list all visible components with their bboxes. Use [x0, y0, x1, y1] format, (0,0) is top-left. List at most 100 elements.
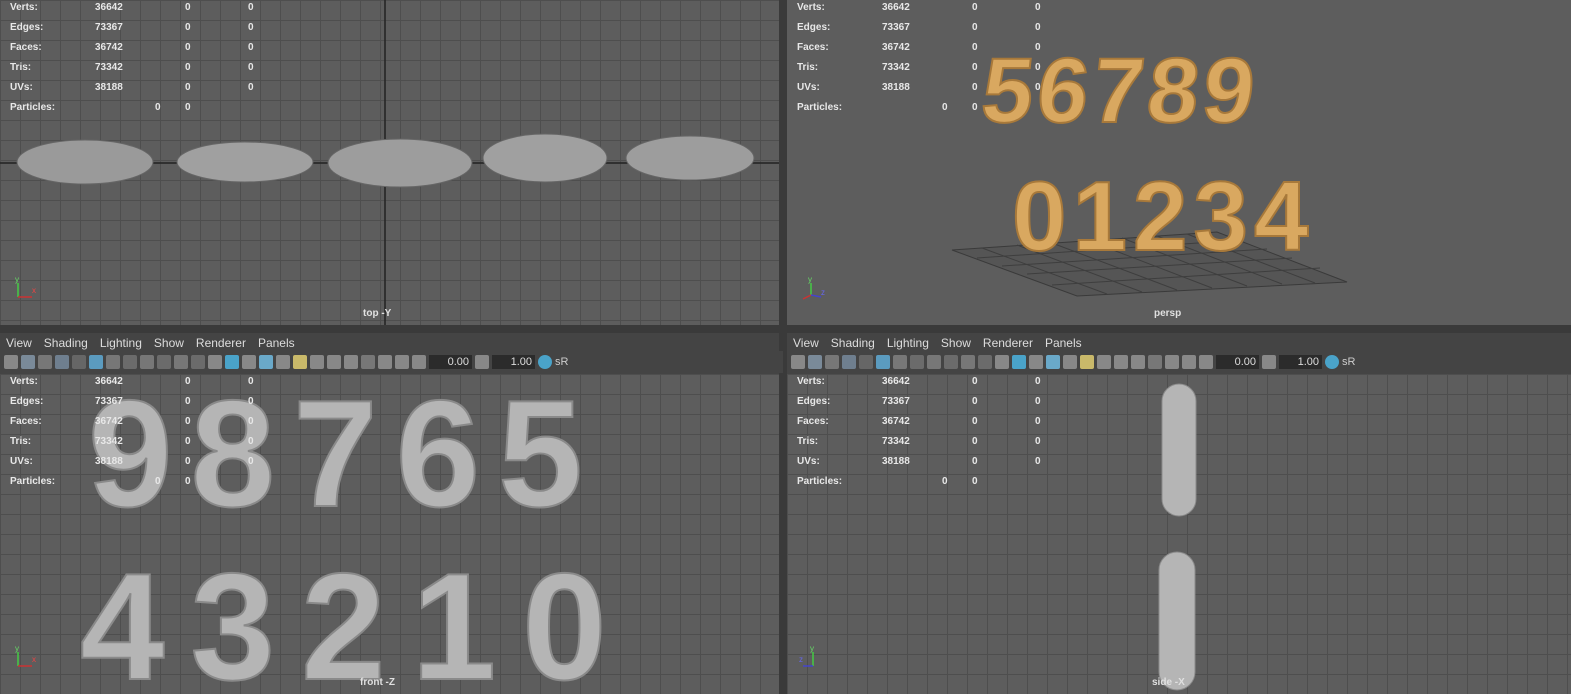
smooth-shade-icon[interactable]: [1012, 355, 1026, 369]
textured-icon[interactable]: [259, 355, 273, 369]
grease-pencil-icon[interactable]: [876, 355, 890, 369]
hud-label: Edges:: [797, 396, 831, 407]
top-model-blob: [625, 135, 755, 181]
menu-panels[interactable]: Panels: [1039, 334, 1088, 350]
xray-icon[interactable]: [1063, 355, 1077, 369]
antialiasing-icon[interactable]: [1148, 355, 1162, 369]
gamma-field[interactable]: 1.00: [492, 355, 535, 369]
gamma-icon[interactable]: [1262, 355, 1276, 369]
grid-icon[interactable]: [893, 355, 907, 369]
camera-label: front -Z: [360, 677, 395, 688]
grease-pencil-icon[interactable]: [89, 355, 103, 369]
colorspace-label[interactable]: sR: [555, 356, 568, 368]
bookmark-icon[interactable]: [825, 355, 839, 369]
camera-select-icon[interactable]: [4, 355, 18, 369]
color-management-icon[interactable]: [538, 355, 552, 369]
colorspace-label[interactable]: sR: [1342, 356, 1355, 368]
field-chart-icon[interactable]: [961, 355, 975, 369]
xray-joints-icon[interactable]: [1182, 355, 1196, 369]
default-material-icon[interactable]: [1029, 355, 1043, 369]
view-2d-pan-zoom-icon[interactable]: [859, 355, 873, 369]
use-all-lights-icon[interactable]: [293, 355, 307, 369]
hud-value: 0: [972, 456, 978, 467]
xray-icon[interactable]: [276, 355, 290, 369]
hud-value: 0: [942, 476, 948, 487]
hud-value: 0: [972, 376, 978, 387]
hud-value: 0: [1035, 82, 1041, 93]
axis-indicator-icon: y z: [799, 644, 814, 667]
hud-value: 38188: [882, 456, 910, 467]
shadows-icon[interactable]: [310, 355, 324, 369]
viewport-top[interactable]: Verts: 36642 0 0 Edges: 73367 0 0 Faces: 36742 0…: [0, 0, 779, 325]
antialiasing-icon[interactable]: [361, 355, 375, 369]
grid-icon[interactable]: [106, 355, 120, 369]
wireframe-icon[interactable]: [995, 355, 1009, 369]
default-material-icon[interactable]: [242, 355, 256, 369]
viewport-front[interactable]: 98765 43210 Verts: 36642 0 0 Edges: 73367 0 0 …: [0, 374, 779, 694]
use-all-lights-icon[interactable]: [1080, 355, 1094, 369]
field-chart-icon[interactable]: [174, 355, 188, 369]
view-2d-pan-zoom-icon[interactable]: [72, 355, 86, 369]
menu-view[interactable]: View: [787, 334, 825, 350]
hud-value: 73342: [95, 436, 123, 447]
camera-label: persp: [1154, 308, 1182, 319]
menu-renderer[interactable]: Renderer: [977, 334, 1039, 350]
shadows-icon[interactable]: [1097, 355, 1111, 369]
hud-value: 0: [1035, 436, 1041, 447]
menu-panels[interactable]: Panels: [252, 334, 301, 350]
bookmark-icon[interactable]: [38, 355, 52, 369]
exposure-icon[interactable]: [1199, 355, 1213, 369]
film-gate-icon[interactable]: [123, 355, 137, 369]
smooth-shade-icon[interactable]: [225, 355, 239, 369]
motion-blur-icon[interactable]: [1131, 355, 1145, 369]
menu-renderer[interactable]: Renderer: [190, 334, 252, 350]
gamma-icon[interactable]: [475, 355, 489, 369]
menu-shading[interactable]: Shading: [825, 334, 881, 350]
camera-attributes-icon[interactable]: [808, 355, 822, 369]
image-plane-icon[interactable]: [55, 355, 69, 369]
safe-action-icon[interactable]: [191, 355, 205, 369]
image-plane-icon[interactable]: [842, 355, 856, 369]
side-model-top: [1161, 383, 1197, 517]
hud-value: 0: [1035, 42, 1041, 53]
textured-icon[interactable]: [1046, 355, 1060, 369]
gamma-field[interactable]: 1.00: [1279, 355, 1322, 369]
color-management-icon[interactable]: [1325, 355, 1339, 369]
axis-indicator-icon: y z: [802, 275, 825, 300]
hud-value: 36742: [882, 416, 910, 427]
isolate-select-icon[interactable]: [378, 355, 392, 369]
menu-lighting[interactable]: Lighting: [94, 334, 148, 350]
hud-value: 0: [248, 416, 254, 427]
safe-action-icon[interactable]: [978, 355, 992, 369]
menu-shading[interactable]: Shading: [38, 334, 94, 350]
ambient-occlusion-icon[interactable]: [1114, 355, 1128, 369]
wireframe-icon[interactable]: [208, 355, 222, 369]
menu-show[interactable]: Show: [935, 334, 977, 350]
svg-text:y: y: [810, 644, 814, 653]
hud-value: 0: [155, 476, 161, 487]
motion-blur-icon[interactable]: [344, 355, 358, 369]
svg-text:y: y: [15, 644, 19, 653]
camera-select-icon[interactable]: [791, 355, 805, 369]
resolution-gate-icon[interactable]: [927, 355, 941, 369]
horizontal-splitter[interactable]: [0, 325, 1571, 333]
exposure-field[interactable]: 0.00: [429, 355, 472, 369]
vertical-splitter[interactable]: [779, 0, 787, 694]
isolate-select-icon[interactable]: [1165, 355, 1179, 369]
film-gate-icon[interactable]: [910, 355, 924, 369]
exposure-icon[interactable]: [412, 355, 426, 369]
xray-joints-icon[interactable]: [395, 355, 409, 369]
camera-attributes-icon[interactable]: [21, 355, 35, 369]
top-model-blob: [482, 133, 608, 183]
menu-show[interactable]: Show: [148, 334, 190, 350]
gate-mask-icon[interactable]: [944, 355, 958, 369]
viewport-side[interactable]: Verts: 36642 0 0 Edges: 73367 0 0 Faces: 36742 0…: [787, 374, 1571, 694]
exposure-field[interactable]: 0.00: [1216, 355, 1259, 369]
menu-view[interactable]: View: [0, 334, 38, 350]
gate-mask-icon[interactable]: [157, 355, 171, 369]
menu-lighting[interactable]: Lighting: [881, 334, 935, 350]
viewport-persp[interactable]: 56789 01234 Verts: 36642 0 0 Edges: 73367 0 0 …: [787, 0, 1571, 325]
persp-digits-bottom: 01234: [1012, 161, 1315, 271]
resolution-gate-icon[interactable]: [140, 355, 154, 369]
ambient-occlusion-icon[interactable]: [327, 355, 341, 369]
